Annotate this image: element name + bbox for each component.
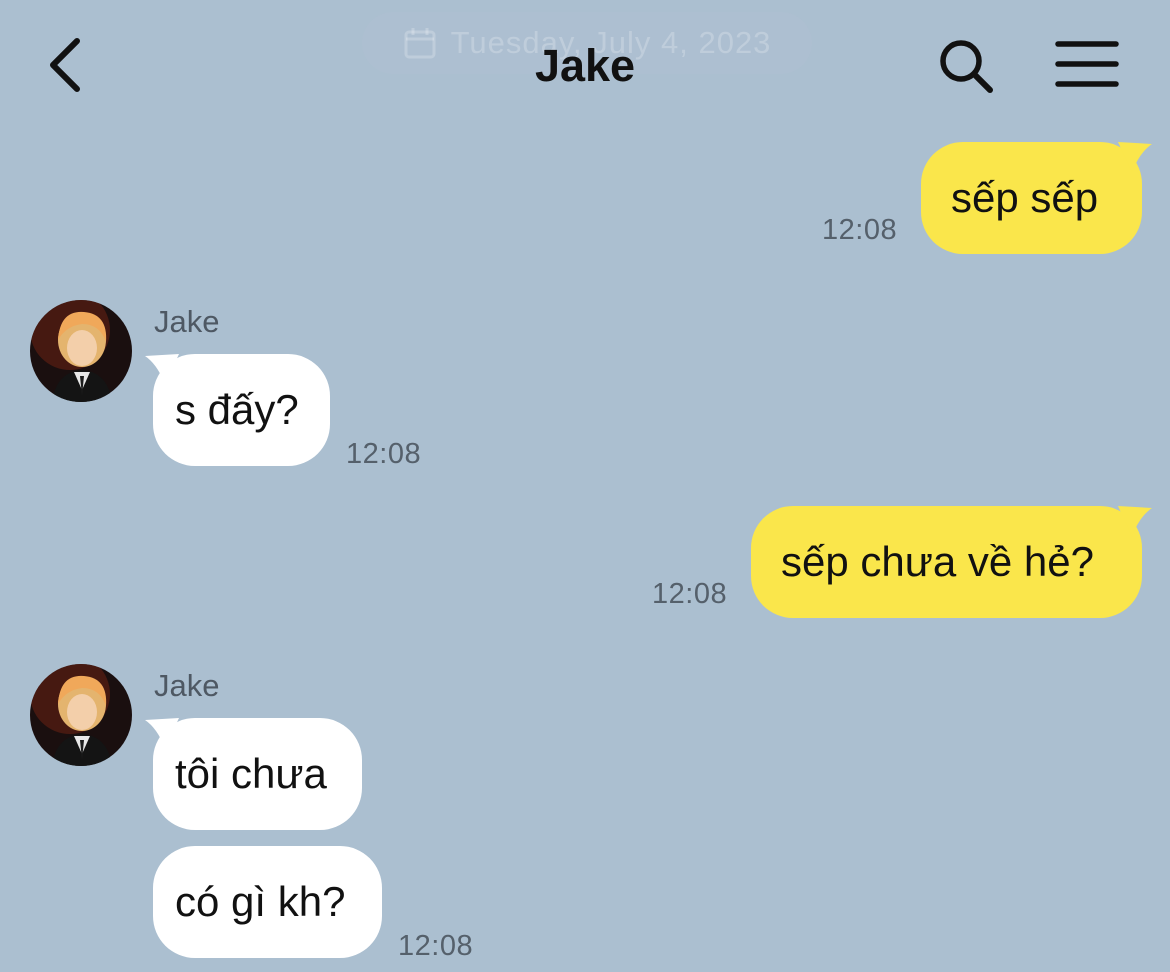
back-button[interactable]	[40, 36, 90, 98]
message-time: 12:08	[398, 930, 474, 962]
message-time: 12:08	[652, 578, 728, 610]
avatar[interactable]	[30, 300, 132, 402]
sender-name: Jake	[154, 668, 220, 703]
date-divider: Tuesday, July 4, 2023	[362, 12, 812, 74]
chat-header: Tuesday, July 4, 2023 Jake	[0, 0, 1170, 134]
message-text: tôi chưa	[175, 750, 327, 797]
search-icon	[935, 35, 995, 100]
menu-button[interactable]	[1050, 38, 1124, 94]
avatar[interactable]	[30, 664, 132, 766]
hamburger-menu-icon	[1055, 39, 1119, 94]
sender-name: Jake	[154, 304, 220, 339]
message-text: s đấy?	[175, 386, 299, 433]
outgoing-message-bubble[interactable]: sếp sếp	[921, 142, 1142, 254]
chevron-left-icon	[45, 35, 85, 100]
message-text: có gì kh?	[175, 878, 346, 925]
incoming-message-bubble[interactable]: tôi chưa	[153, 718, 362, 830]
outgoing-message-bubble[interactable]: sếp chưa về hẻ?	[751, 506, 1142, 618]
message-time: 12:08	[346, 438, 422, 470]
message-time: 12:08	[822, 214, 898, 246]
profile-photo	[30, 300, 132, 402]
incoming-message-bubble[interactable]: có gì kh?	[153, 846, 382, 958]
calendar-icon	[403, 26, 437, 60]
message-text: sếp sếp	[951, 174, 1099, 221]
search-button[interactable]	[932, 34, 998, 100]
incoming-message-bubble[interactable]: s đấy?	[153, 354, 330, 466]
message-text: sếp chưa về hẻ?	[781, 538, 1094, 585]
date-label: Tuesday, July 4, 2023	[450, 25, 772, 60]
profile-photo	[30, 664, 132, 766]
